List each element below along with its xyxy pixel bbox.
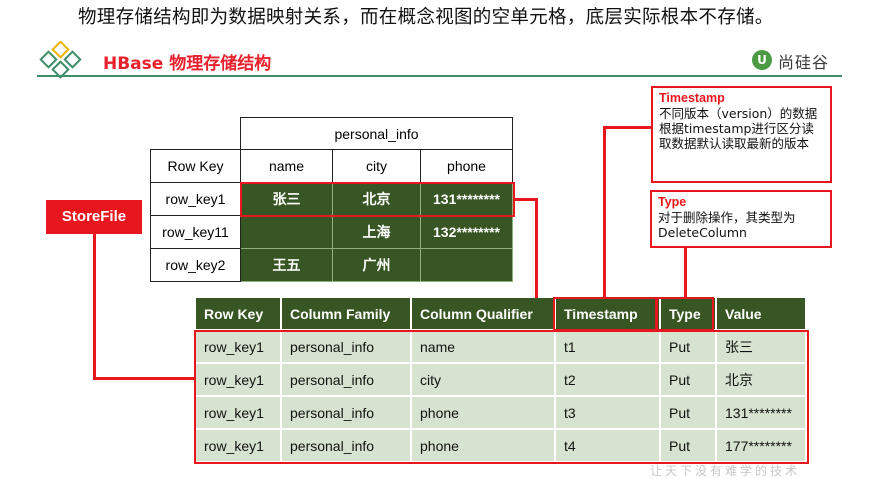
slide-title: HBase 物理存储结构 (103, 54, 272, 74)
row-key-cell: row_key2 (150, 248, 241, 282)
timestamp-note-body: 不同版本（version）的数据根据timestamp进行区分读取数据默认读取最… (659, 106, 818, 151)
header-row-key: Row Key (196, 298, 282, 330)
table-header-row: Row Key Column Family Column Qualifier T… (196, 298, 807, 330)
timestamp-note-title: Timestamp (659, 91, 725, 105)
connector-line (93, 377, 196, 380)
type-note: Type 对于删除操作，其类型为DeleteColumn (650, 190, 832, 248)
city-cell: 上海 (332, 215, 421, 249)
row-key-header: Row Key (150, 149, 241, 183)
empty-corner-cell (151, 118, 241, 150)
row-key-cell: row_key1 (150, 182, 241, 216)
header-value: Value (716, 298, 807, 330)
city-cell: 广州 (332, 248, 421, 282)
column-header-name: name (240, 149, 333, 183)
table-row: row_key2 王五 广州 (150, 248, 513, 282)
timestamp-header-highlight-box (553, 297, 657, 331)
column-header-city: city (332, 149, 421, 183)
column-header-phone: phone (420, 149, 513, 183)
type-header-highlight-box (656, 297, 714, 331)
storefile-label: StoreFile (46, 200, 142, 234)
column-family-header: personal_info (240, 117, 513, 150)
storefile-rows-highlight-box (194, 330, 809, 464)
connector-line (684, 247, 687, 298)
type-note-title: Type (658, 195, 687, 209)
row-key-cell: row_key11 (150, 215, 241, 249)
connector-line (515, 198, 537, 201)
watermark: 让天下没有难学的技术 (650, 464, 801, 478)
type-note-body: 对于删除操作，其类型为DeleteColumn (658, 210, 796, 240)
brand-u-icon: U (752, 50, 772, 70)
connector-line (603, 126, 653, 129)
header-divider (37, 75, 842, 77)
phone-cell (420, 248, 513, 282)
phone-cell: 132******** (420, 215, 513, 249)
header-column-family: Column Family (281, 298, 412, 330)
connector-line (603, 126, 606, 298)
name-cell (240, 215, 333, 249)
name-cell: 王五 (240, 248, 333, 282)
intro-sentence: 物理存储结构即为数据映射关系，而在概念视图的空单元格，底层实际根本不存储。 (78, 7, 774, 28)
brand-name: 尚硅谷 (778, 53, 830, 72)
table-row: row_key11 上海 132******** (150, 215, 513, 249)
timestamp-note: Timestamp 不同版本（version）的数据根据timestamp进行区… (651, 86, 832, 183)
header-column-qualifier: Column Qualifier (411, 298, 556, 330)
connector-line (93, 234, 96, 379)
row-key1-highlight-box (240, 182, 515, 217)
